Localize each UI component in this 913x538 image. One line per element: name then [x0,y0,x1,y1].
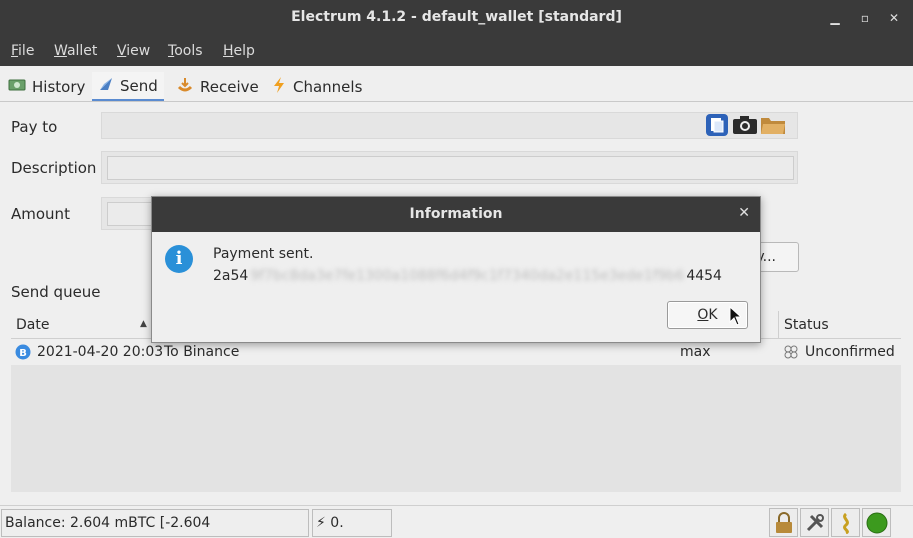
window-titlebar: Electrum 4.1.2 - default_wallet [standar… [0,0,913,36]
camera-icon[interactable] [732,113,758,137]
transaction-id: 2a54 9f7bc8da3e7fe1300a1088f6d4f9c1f7340… [213,268,722,284]
column-status[interactable]: Status [784,317,829,333]
description-label: Description [11,159,97,177]
network-status-icon[interactable] [862,508,891,537]
info-icon: i [165,245,193,273]
menubar: File Wallet View Tools Help [0,36,913,66]
maximize-icon[interactable]: ▫ [855,8,875,28]
tab-send-label: Send [120,76,158,95]
receive-icon [176,77,194,97]
menu-wallet[interactable]: Wallet [54,43,97,59]
tab-send[interactable]: Send [92,72,164,101]
column-date[interactable]: Date [16,317,49,333]
column-divider [778,311,779,339]
tab-channels[interactable]: Channels [265,72,368,101]
tab-history[interactable]: History [2,72,91,101]
main-tabs: History Send Receive Channels [0,66,913,102]
amount-field[interactable] [107,202,157,226]
send-icon [98,76,114,96]
balance-display: Balance: 2.604 mBTC [-2.604 unconfirmed] [1,509,309,537]
svg-text:B: B [19,348,27,359]
pay-to-field[interactable] [101,112,798,139]
dialog-close-icon[interactable]: ✕ [738,205,750,221]
amount-label: Amount [11,205,70,223]
description-field[interactable] [107,156,794,180]
information-dialog: Information ✕ i Payment sent. 2a54 9f7bc… [151,196,761,343]
lightning-icon [271,76,287,98]
mouse-cursor-icon [729,305,743,330]
paste-icon[interactable] [704,113,730,137]
description-field-frame [101,151,798,184]
unconfirmed-icon [783,344,799,364]
tab-history-label: History [32,77,86,96]
txid-suffix: 4454 [686,268,722,284]
txid-prefix: 2a54 [213,268,249,284]
preferences-icon[interactable] [800,508,829,537]
row-status: Unconfirmed [805,344,895,360]
row-description: To Binance [164,344,240,360]
minimize-icon[interactable]: ▁ [825,8,845,28]
tab-channels-label: Channels [293,77,363,96]
lightning-balance: ⚡ 0. mBTC [312,509,392,537]
menu-view[interactable]: View [117,43,150,59]
txid-redacted: 9f7bc8da3e7fe1300a1088f6d4f9c1f7340da2e1… [250,268,685,284]
statusbar: Balance: 2.604 mBTC [-2.604 unconfirmed]… [0,505,913,538]
window-title: Electrum 4.1.2 - default_wallet [standar… [291,9,622,25]
pay-to-label: Pay to [11,118,58,136]
lock-icon[interactable] [769,508,798,537]
menu-file[interactable]: File [11,43,34,59]
row-amount: max [680,344,711,360]
history-icon [8,78,26,96]
close-window-icon[interactable]: ✕ [884,8,904,28]
tab-receive[interactable]: Receive [170,72,265,101]
table-row[interactable]: B 2021-04-20 20:03 To Binance max Unconf… [11,340,901,365]
send-queue-list [11,365,901,492]
dialog-message: Payment sent. [213,246,314,262]
menu-help[interactable]: Help [223,43,255,59]
dialog-title: Information [152,197,760,232]
bitcoin-icon: B [15,344,31,364]
tab-receive-label: Receive [200,77,259,96]
sort-ascending-icon: ▲ [140,319,147,329]
send-queue-title: Send queue [11,283,101,301]
row-date: 2021-04-20 20:03 [37,344,164,360]
seed-icon[interactable] [831,508,860,537]
menu-tools[interactable]: Tools [168,43,203,59]
folder-icon[interactable] [760,113,786,137]
